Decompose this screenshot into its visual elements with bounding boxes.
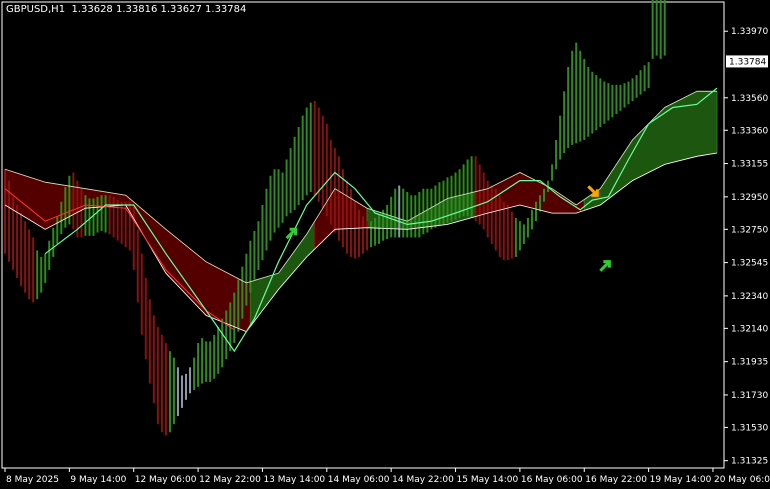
x-tick-label: 16 May 22:00 — [585, 475, 647, 485]
y-tick-label: 1.33560 — [731, 94, 768, 104]
y-tick-label: 1.32340 — [731, 292, 768, 302]
y-tick-label: 1.31935 — [731, 358, 768, 368]
y-tick-label: 1.33155 — [731, 160, 768, 170]
y-tick-label: 1.31530 — [731, 423, 768, 433]
x-tick-label: 13 May 14:00 — [263, 475, 325, 485]
sell-arrow-icon — [587, 185, 599, 197]
x-tick-label: 20 May 06:00 — [714, 475, 770, 485]
y-tick-label: 1.32140 — [731, 324, 768, 334]
price-chart[interactable]: 1.33970 1.33560 1.33360 1.33155 1.32950 1.327… — [0, 0, 770, 489]
y-tick-label: 1.31730 — [731, 391, 768, 401]
x-tick-label: 15 May 14:00 — [457, 475, 519, 485]
y-tick-label: 1.32950 — [731, 193, 768, 203]
x-tick-label: 14 May 22:00 — [392, 475, 454, 485]
x-tick-label: 16 May 06:00 — [521, 475, 583, 485]
chart-window: GBPUSD,H1 1.33628 1.33816 1.33627 1.3378… — [0, 0, 770, 489]
y-tick-label: 1.31325 — [731, 457, 768, 467]
x-tick-label: 12 May 22:00 — [199, 475, 261, 485]
bear-band — [4, 168, 251, 333]
y-tick-label: 1.33360 — [731, 126, 768, 136]
current-price-label: 1.33784 — [729, 57, 766, 67]
y-tick-label: 1.32750 — [731, 225, 768, 235]
buy-arrow-icon — [599, 260, 611, 272]
x-tick-label: 19 May 14:00 — [650, 475, 712, 485]
x-tick-label: 8 May 2025 — [6, 475, 59, 485]
x-tick-label: 14 May 06:00 — [328, 475, 390, 485]
x-tick-label: 12 May 06:00 — [135, 475, 197, 485]
y-tick-label: 1.33970 — [731, 27, 768, 37]
y-tick-label: 1.32545 — [731, 259, 768, 269]
x-tick-label: 9 May 14:00 — [70, 475, 126, 485]
